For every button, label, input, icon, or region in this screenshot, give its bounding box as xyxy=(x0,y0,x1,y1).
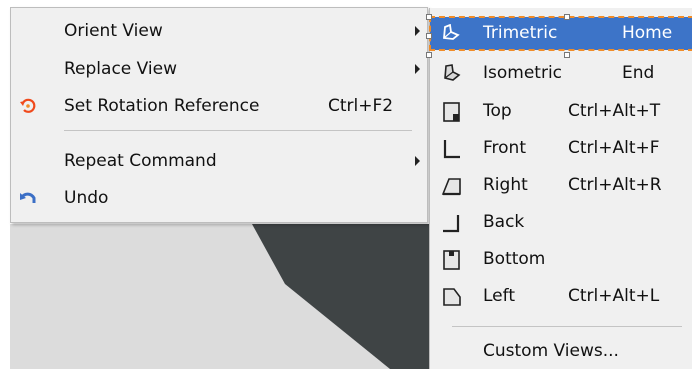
menu-item-orient-view[interactable]: Orient View xyxy=(11,14,427,48)
front-view-icon xyxy=(441,139,463,159)
submenu-item-bottom[interactable]: Bottom xyxy=(430,243,692,276)
menu-item-repeat-command[interactable]: Repeat Command xyxy=(11,144,427,178)
menu-item-label: Set Rotation Reference xyxy=(64,96,260,116)
submenu-item-shortcut: Ctrl+Alt+T xyxy=(568,101,661,121)
submenu-item-label: Front xyxy=(483,138,526,158)
back-view-icon xyxy=(441,213,463,233)
submenu-arrow-icon xyxy=(415,64,420,74)
undo-icon xyxy=(19,189,37,207)
submenu-item-shortcut: End xyxy=(622,63,655,83)
submenu-item-trimetric[interactable]: Trimetric Home xyxy=(429,16,692,51)
trimetric-view-icon xyxy=(441,23,463,44)
menu-item-replace-view[interactable]: Replace View xyxy=(11,52,427,86)
submenu-item-label: Bottom xyxy=(483,249,546,269)
submenu-item-label: Trimetric xyxy=(483,23,558,43)
submenu-separator xyxy=(452,326,682,327)
menu-item-shortcut: Ctrl+F2 xyxy=(328,96,394,116)
left-view-icon xyxy=(441,287,463,307)
context-menu: Orient View Replace View Set Rotation Re… xyxy=(10,7,428,223)
submenu-item-isometric[interactable]: Isometric End xyxy=(430,57,692,90)
selection-handle[interactable] xyxy=(426,33,432,39)
model-shape xyxy=(252,224,434,369)
submenu-item-shortcut: Ctrl+Alt+R xyxy=(568,175,662,195)
bottom-view-icon xyxy=(441,250,463,270)
submenu-item-label: Isometric xyxy=(483,63,563,83)
top-view-icon xyxy=(441,102,463,122)
submenu-arrow-icon xyxy=(415,156,420,166)
selection-handle[interactable] xyxy=(426,14,432,20)
submenu-item-left[interactable]: Left Ctrl+Alt+L xyxy=(430,280,692,313)
right-view-icon xyxy=(441,176,463,196)
menu-item-label: Repeat Command xyxy=(64,151,217,171)
selection-handle[interactable] xyxy=(426,52,432,58)
submenu-item-label: Custom Views... xyxy=(483,341,619,361)
menu-item-set-rotation-reference[interactable]: Set Rotation Reference Ctrl+F2 xyxy=(11,89,427,123)
menu-item-label: Orient View xyxy=(64,21,163,41)
submenu-item-right[interactable]: Right Ctrl+Alt+R xyxy=(430,169,692,202)
menu-separator xyxy=(64,130,412,131)
submenu-item-top[interactable]: Top Ctrl+Alt+T xyxy=(430,95,692,128)
menu-item-label: Replace View xyxy=(64,59,177,79)
graphics-window[interactable] xyxy=(10,224,434,369)
submenu-item-custom-views[interactable]: Custom Views... xyxy=(430,335,692,368)
selection-handle[interactable] xyxy=(564,52,570,58)
orient-view-submenu: Trimetric Home Isometric End Top Ctrl+Al… xyxy=(429,8,692,369)
submenu-item-label: Right xyxy=(483,175,528,195)
submenu-item-label: Back xyxy=(483,212,525,232)
rotation-reference-icon xyxy=(19,97,37,115)
submenu-item-front[interactable]: Front Ctrl+Alt+F xyxy=(430,132,692,165)
isometric-view-icon xyxy=(441,64,463,84)
submenu-item-shortcut: Home xyxy=(622,23,673,43)
submenu-item-back[interactable]: Back xyxy=(430,206,692,239)
submenu-item-shortcut: Ctrl+Alt+F xyxy=(568,138,660,158)
submenu-item-shortcut: Ctrl+Alt+L xyxy=(568,286,660,306)
menu-item-label: Undo xyxy=(64,188,109,208)
submenu-item-label: Left xyxy=(483,286,515,306)
selection-handle[interactable] xyxy=(564,14,570,20)
menu-item-undo[interactable]: Undo xyxy=(11,181,427,215)
submenu-arrow-icon xyxy=(415,26,420,36)
submenu-item-label: Top xyxy=(483,101,512,121)
